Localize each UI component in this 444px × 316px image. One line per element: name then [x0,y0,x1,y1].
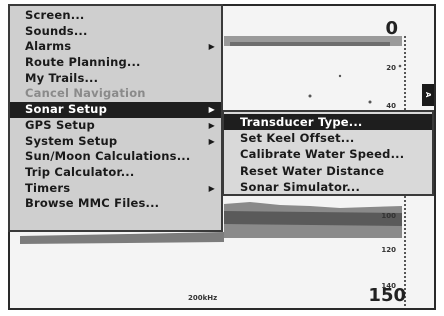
surface-clutter-dark [230,42,390,46]
menu-item-label: Sonar Setup [25,102,108,117]
menu-item-trip-calculator[interactable]: Trip Calculator... [10,165,221,181]
sonar-speck [338,74,342,78]
main-menu: Screen... Sounds... Alarms ▶ Route Planning.… [8,4,223,232]
scale-tick: 100 [381,212,396,220]
submenu-arrow-icon: ▶ [208,120,215,130]
menu-item-cancel-navigation: Cancel Navigation [10,86,221,102]
menu-item-my-trails[interactable]: My Trails... [10,71,221,87]
depth-bottom-label: 150 [368,285,406,306]
submenu-item-label: Transducer Type... [240,115,363,129]
menu-item-label: Cancel Navigation [25,86,146,101]
menu-item-label: Route Planning... [25,55,141,70]
menu-item-timers[interactable]: Timers ▶ [10,181,221,197]
submenu-arrow-icon: ▶ [208,105,215,115]
submenu-item-label: Set Keel Offset... [240,131,355,146]
menu-item-label: Trip Calculator... [25,164,135,179]
menu-item-label: Browse MMC Files... [25,196,160,211]
side-tag: A [422,84,434,106]
sonar-speck [398,64,402,68]
submenu-item-label: Sonar Simulator... [240,179,361,194]
submenu-arrow-icon: ▶ [208,42,215,52]
sonar-setup-submenu: Transducer Type... Set Keel Offset... Cali… [222,110,434,196]
submenu-item-calibrate-water-speed[interactable]: Calibrate Water Speed... [224,146,432,162]
menu-item-browse-mmc-files[interactable]: Browse MMC Files... [10,196,221,212]
menu-item-sounds[interactable]: Sounds... [10,24,221,40]
menu-item-label: Sounds... [25,23,88,38]
submenu-arrow-icon: ▶ [208,183,215,193]
menu-item-label: Alarms [25,39,72,54]
sonar-speck [308,94,312,98]
frequency-label: 200kHz [188,294,218,302]
menu-item-label: GPS Setup [25,117,95,132]
menu-item-screen[interactable]: Screen... [10,8,221,24]
submenu-item-reset-water-distance[interactable]: Reset Water Distance [224,163,432,179]
submenu-arrow-icon: ▶ [208,136,215,146]
bottom-terrain-left [20,232,224,244]
scale-tick: 20 [386,64,396,72]
menu-item-alarms[interactable]: Alarms ▶ [10,39,221,55]
depth-top-label: 0 [385,18,398,39]
menu-item-label: My Trails... [25,70,99,85]
scale-tick: 120 [381,246,396,254]
menu-item-label: Timers [25,180,71,195]
menu-item-route-planning[interactable]: Route Planning... [10,55,221,71]
submenu-item-sonar-simulator[interactable]: Sonar Simulator... [224,179,432,195]
bottom-terrain-dark [224,211,402,226]
submenu-item-label: Reset Water Distance [240,163,385,178]
menu-item-label: Sun/Moon Calculations... [25,149,191,164]
submenu-item-label: Calibrate Water Speed... [240,147,405,162]
submenu-item-set-keel-offset[interactable]: Set Keel Offset... [224,130,432,146]
menu-item-label: Screen... [25,8,85,22]
menu-item-gps-setup[interactable]: GPS Setup ▶ [10,118,221,134]
menu-item-sun-moon-calculations[interactable]: Sun/Moon Calculations... [10,149,221,165]
submenu-item-transducer-type[interactable]: Transducer Type... [224,114,432,131]
menu-item-sonar-setup[interactable]: Sonar Setup ▶ [10,102,221,118]
sonar-speck [368,100,372,104]
scale-tick: 40 [386,102,396,110]
menu-item-system-setup[interactable]: System Setup ▶ [10,134,221,150]
menu-item-label: System Setup [25,133,118,148]
